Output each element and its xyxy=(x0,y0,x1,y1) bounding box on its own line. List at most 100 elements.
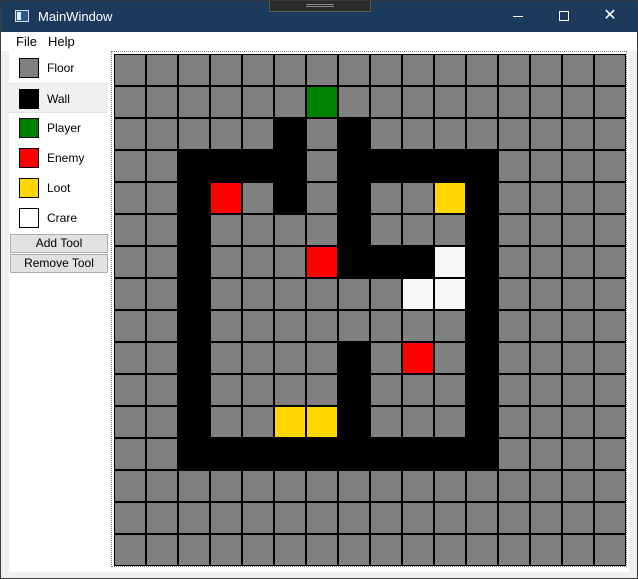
tile-floor[interactable] xyxy=(243,471,273,501)
tile-enemy[interactable] xyxy=(211,183,241,213)
tile-floor[interactable] xyxy=(403,215,433,245)
tile-floor[interactable] xyxy=(307,215,337,245)
tile-wall[interactable] xyxy=(467,439,497,469)
tile-floor[interactable] xyxy=(147,343,177,373)
tile-floor[interactable] xyxy=(403,503,433,533)
tile-floor[interactable] xyxy=(339,55,369,85)
tile-wall[interactable] xyxy=(179,183,209,213)
tile-floor[interactable] xyxy=(147,375,177,405)
tile-floor[interactable] xyxy=(211,343,241,373)
tile-wall[interactable] xyxy=(179,439,209,469)
tile-floor[interactable] xyxy=(499,311,529,341)
tile-floor[interactable] xyxy=(467,87,497,117)
tile-floor[interactable] xyxy=(179,87,209,117)
tile-floor[interactable] xyxy=(115,503,145,533)
tile-wall[interactable] xyxy=(179,215,209,245)
tile-floor[interactable] xyxy=(563,311,593,341)
tile-wall[interactable] xyxy=(339,183,369,213)
tile-floor[interactable] xyxy=(435,375,465,405)
tile-floor[interactable] xyxy=(435,87,465,117)
tile-floor[interactable] xyxy=(531,119,561,149)
tool-item-wall[interactable]: Wall xyxy=(9,83,108,113)
tile-floor[interactable] xyxy=(595,279,625,309)
tile-floor[interactable] xyxy=(115,535,145,565)
tile-floor[interactable] xyxy=(595,311,625,341)
tile-floor[interactable] xyxy=(115,471,145,501)
tile-floor[interactable] xyxy=(531,471,561,501)
tile-floor[interactable] xyxy=(435,311,465,341)
tile-floor[interactable] xyxy=(435,215,465,245)
tile-floor[interactable] xyxy=(339,471,369,501)
tile-floor[interactable] xyxy=(563,151,593,181)
tile-floor[interactable] xyxy=(211,279,241,309)
tile-floor[interactable] xyxy=(307,375,337,405)
tile-floor[interactable] xyxy=(275,343,305,373)
tile-floor[interactable] xyxy=(531,311,561,341)
tile-floor[interactable] xyxy=(275,535,305,565)
tile-wall[interactable] xyxy=(179,151,209,181)
tile-floor[interactable] xyxy=(563,55,593,85)
tile-wall[interactable] xyxy=(275,119,305,149)
tile-floor[interactable] xyxy=(115,119,145,149)
tile-floor[interactable] xyxy=(595,407,625,437)
tile-floor[interactable] xyxy=(403,535,433,565)
tile-floor[interactable] xyxy=(339,87,369,117)
tile-floor[interactable] xyxy=(531,279,561,309)
tile-wall[interactable] xyxy=(243,151,273,181)
tile-floor[interactable] xyxy=(435,535,465,565)
tile-floor[interactable] xyxy=(147,87,177,117)
tile-floor[interactable] xyxy=(531,535,561,565)
maximize-button[interactable] xyxy=(541,1,587,32)
tile-floor[interactable] xyxy=(595,151,625,181)
tile-floor[interactable] xyxy=(211,247,241,277)
tile-floor[interactable] xyxy=(371,407,401,437)
tile-floor[interactable] xyxy=(147,279,177,309)
tile-crare[interactable] xyxy=(403,279,433,309)
add-tool-button[interactable]: Add Tool xyxy=(10,234,108,253)
tile-floor[interactable] xyxy=(147,151,177,181)
tool-item-loot[interactable]: Loot xyxy=(9,173,108,203)
tile-floor[interactable] xyxy=(467,471,497,501)
tile-floor[interactable] xyxy=(147,407,177,437)
tile-floor[interactable] xyxy=(563,407,593,437)
tile-wall[interactable] xyxy=(339,343,369,373)
tile-wall[interactable] xyxy=(275,183,305,213)
tile-floor[interactable] xyxy=(115,151,145,181)
tool-item-enemy[interactable]: Enemy xyxy=(9,143,108,173)
tile-floor[interactable] xyxy=(307,471,337,501)
tile-enemy[interactable] xyxy=(403,343,433,373)
tile-floor[interactable] xyxy=(147,311,177,341)
tile-wall[interactable] xyxy=(275,439,305,469)
tool-item-crare[interactable]: Crare xyxy=(9,203,108,233)
tile-floor[interactable] xyxy=(371,87,401,117)
tile-floor[interactable] xyxy=(499,215,529,245)
tile-wall[interactable] xyxy=(435,151,465,181)
tile-floor[interactable] xyxy=(531,215,561,245)
tile-floor[interactable] xyxy=(499,535,529,565)
tile-floor[interactable] xyxy=(563,503,593,533)
tile-floor[interactable] xyxy=(339,279,369,309)
tile-floor[interactable] xyxy=(371,375,401,405)
tile-floor[interactable] xyxy=(211,311,241,341)
tile-floor[interactable] xyxy=(403,407,433,437)
tile-wall[interactable] xyxy=(179,375,209,405)
tile-wall[interactable] xyxy=(403,439,433,469)
tile-floor[interactable] xyxy=(403,183,433,213)
tile-floor[interactable] xyxy=(563,279,593,309)
tile-floor[interactable] xyxy=(307,535,337,565)
tile-floor[interactable] xyxy=(115,279,145,309)
tile-floor[interactable] xyxy=(563,119,593,149)
menu-file[interactable]: File xyxy=(16,34,37,49)
tile-floor[interactable] xyxy=(403,471,433,501)
tile-floor[interactable] xyxy=(307,279,337,309)
tile-floor[interactable] xyxy=(595,215,625,245)
tile-floor[interactable] xyxy=(499,375,529,405)
tile-floor[interactable] xyxy=(275,375,305,405)
tile-floor[interactable] xyxy=(211,215,241,245)
tile-floor[interactable] xyxy=(435,343,465,373)
tile-floor[interactable] xyxy=(595,183,625,213)
tile-wall[interactable] xyxy=(211,439,241,469)
tile-floor[interactable] xyxy=(243,311,273,341)
tile-floor[interactable] xyxy=(211,407,241,437)
tile-wall[interactable] xyxy=(371,247,401,277)
